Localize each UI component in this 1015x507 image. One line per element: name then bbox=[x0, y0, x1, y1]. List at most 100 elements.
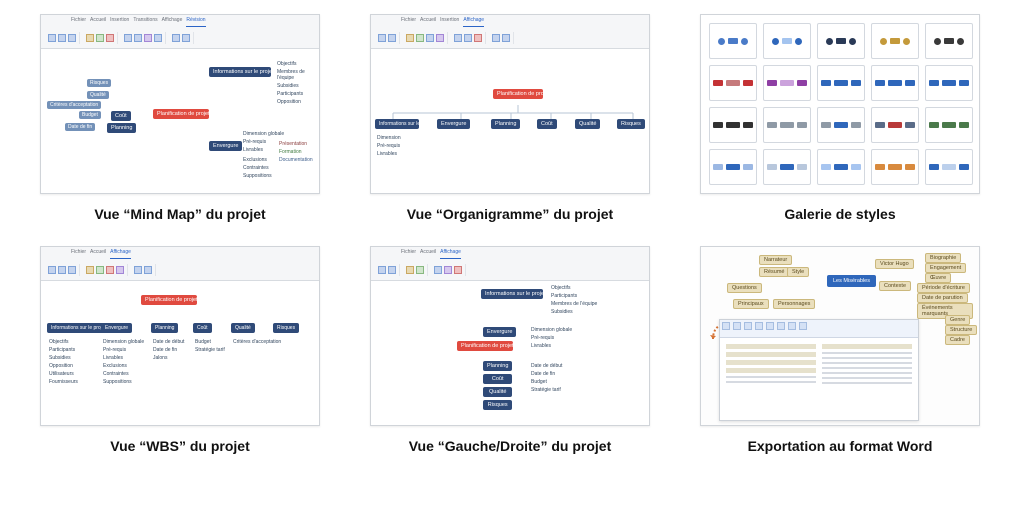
node: Coût bbox=[111, 111, 131, 121]
leaf: Fournisseurs bbox=[49, 379, 78, 385]
leaf: Présentation bbox=[279, 141, 313, 147]
node: Questions bbox=[727, 283, 762, 293]
leaf: Participants bbox=[49, 347, 78, 353]
caption: Vue “Organigramme” du projet bbox=[407, 206, 613, 222]
thumb-styles[interactable] bbox=[700, 14, 980, 194]
word-window bbox=[719, 319, 919, 421]
style-thumb[interactable] bbox=[925, 65, 973, 101]
ribbon-tab-active: Affichage bbox=[463, 17, 484, 27]
node: Budget bbox=[79, 111, 101, 119]
leaf: Contraintes bbox=[243, 165, 272, 171]
ribbon-tab: Accueil bbox=[90, 249, 106, 259]
ribbon-tab: Fichier bbox=[71, 249, 86, 259]
center-node: Les Misérables bbox=[827, 275, 876, 287]
leaf: Date de fin bbox=[153, 347, 184, 353]
center-node: Planification de projet bbox=[153, 109, 209, 119]
leaf: Subsidies bbox=[277, 83, 319, 89]
leaf: Subsidies bbox=[49, 355, 78, 361]
node: Planning bbox=[483, 361, 512, 371]
style-thumb[interactable] bbox=[763, 149, 811, 185]
style-thumb[interactable] bbox=[817, 149, 865, 185]
leaf: Livrables bbox=[243, 147, 284, 153]
node: Informations sur le projet bbox=[209, 67, 271, 77]
leaf: Pré-requis bbox=[103, 347, 144, 353]
mindmap-inset: Les Misérables Victor Hugo Narrateur Rés… bbox=[707, 253, 973, 315]
gallery-grid: Fichier Accueil Insertion Transitions Af… bbox=[40, 14, 975, 454]
thumb-leftright[interactable]: Fichier Accueil Affichage Informations s… bbox=[370, 246, 650, 426]
leaf: Dimension globale bbox=[103, 339, 144, 345]
style-gallery bbox=[701, 15, 979, 193]
cell-orgchart: Fichier Accueil Insertion Affichage Plan… bbox=[370, 14, 650, 222]
ribbon-tab: Insertion bbox=[440, 17, 459, 27]
canvas-leftright: Informations sur le projet Objectifs Par… bbox=[371, 281, 649, 425]
style-thumb[interactable] bbox=[925, 149, 973, 185]
node: Date de fin bbox=[65, 123, 95, 131]
leaf: Critères d'acceptation bbox=[233, 339, 281, 345]
node: Structure bbox=[945, 325, 977, 335]
leaf: Exclusions bbox=[243, 157, 272, 163]
thumb-export[interactable]: Les Misérables Victor Hugo Narrateur Rés… bbox=[700, 246, 980, 426]
leaf: Objectifs bbox=[49, 339, 78, 345]
style-thumb[interactable] bbox=[709, 149, 757, 185]
leaf: Budget bbox=[195, 339, 225, 345]
thumb-orgchart[interactable]: Fichier Accueil Insertion Affichage Plan… bbox=[370, 14, 650, 194]
node: Contexte bbox=[879, 281, 911, 291]
node: Engagement bbox=[925, 263, 966, 273]
node: Envergure bbox=[483, 327, 516, 337]
cell-mindmap: Fichier Accueil Insertion Transitions Af… bbox=[40, 14, 320, 222]
caption: Galerie de styles bbox=[784, 206, 895, 222]
style-thumb[interactable] bbox=[817, 23, 865, 59]
leaf: Exclusions bbox=[103, 363, 144, 369]
style-thumb[interactable] bbox=[763, 23, 811, 59]
caption: Vue “Mind Map” du projet bbox=[94, 206, 265, 222]
node: Critères d'acceptation bbox=[47, 101, 101, 109]
leaf: Dimension globale bbox=[531, 327, 572, 333]
caption: Exportation au format Word bbox=[748, 438, 933, 454]
style-thumb[interactable] bbox=[925, 107, 973, 143]
leaf: Pré-requis bbox=[377, 143, 401, 149]
style-thumb[interactable] bbox=[709, 23, 757, 59]
style-thumb[interactable] bbox=[763, 65, 811, 101]
node: Qualité bbox=[483, 387, 512, 397]
thumb-wbs[interactable]: Fichier Accueil Affichage Planification … bbox=[40, 246, 320, 426]
center-node: Planification de projet bbox=[141, 295, 197, 305]
style-thumb[interactable] bbox=[871, 23, 919, 59]
ribbon: Fichier Accueil Insertion Transitions Af… bbox=[41, 15, 319, 49]
wbs-header: Planning bbox=[151, 323, 178, 333]
node: Qualité bbox=[87, 91, 109, 99]
leaf: Pré-requis bbox=[243, 139, 284, 145]
style-thumb[interactable] bbox=[817, 65, 865, 101]
thumb-mindmap[interactable]: Fichier Accueil Insertion Transitions Af… bbox=[40, 14, 320, 194]
cell-export: Les Misérables Victor Hugo Narrateur Rés… bbox=[700, 246, 980, 454]
leaf: Stratégie tarif bbox=[195, 347, 225, 353]
style-thumb[interactable] bbox=[763, 107, 811, 143]
style-thumb[interactable] bbox=[817, 107, 865, 143]
center-node: Planification de projet bbox=[457, 341, 513, 351]
leaf: Membres de l'équipe bbox=[551, 301, 597, 307]
node: Biographie bbox=[925, 253, 961, 263]
node: Envergure bbox=[437, 119, 470, 129]
leaf: Dimension bbox=[377, 135, 401, 141]
style-thumb[interactable] bbox=[871, 107, 919, 143]
node: Envergure bbox=[209, 141, 242, 151]
node: Personnages bbox=[773, 299, 815, 309]
ribbon-tab-active: Révision bbox=[186, 17, 205, 27]
node: Résumé bbox=[759, 267, 789, 277]
leaf: Objectifs bbox=[277, 61, 319, 67]
node: Coût bbox=[537, 119, 557, 129]
leaf: Date de début bbox=[531, 363, 562, 369]
ribbon-tab: Accueil bbox=[420, 249, 436, 259]
cell-leftright: Fichier Accueil Affichage Informations s… bbox=[370, 246, 650, 454]
style-thumb[interactable] bbox=[709, 107, 757, 143]
style-thumb[interactable] bbox=[709, 65, 757, 101]
node: Narrateur bbox=[759, 255, 792, 265]
leaf: Contraintes bbox=[103, 371, 144, 377]
style-thumb[interactable] bbox=[871, 65, 919, 101]
style-thumb[interactable] bbox=[925, 23, 973, 59]
leaf: Formation bbox=[279, 149, 313, 155]
style-thumb[interactable] bbox=[871, 149, 919, 185]
wbs-header: Risques bbox=[273, 323, 299, 333]
node: Planning bbox=[491, 119, 520, 129]
node: Principaux bbox=[733, 299, 769, 309]
caption: Vue “WBS” du projet bbox=[110, 438, 249, 454]
